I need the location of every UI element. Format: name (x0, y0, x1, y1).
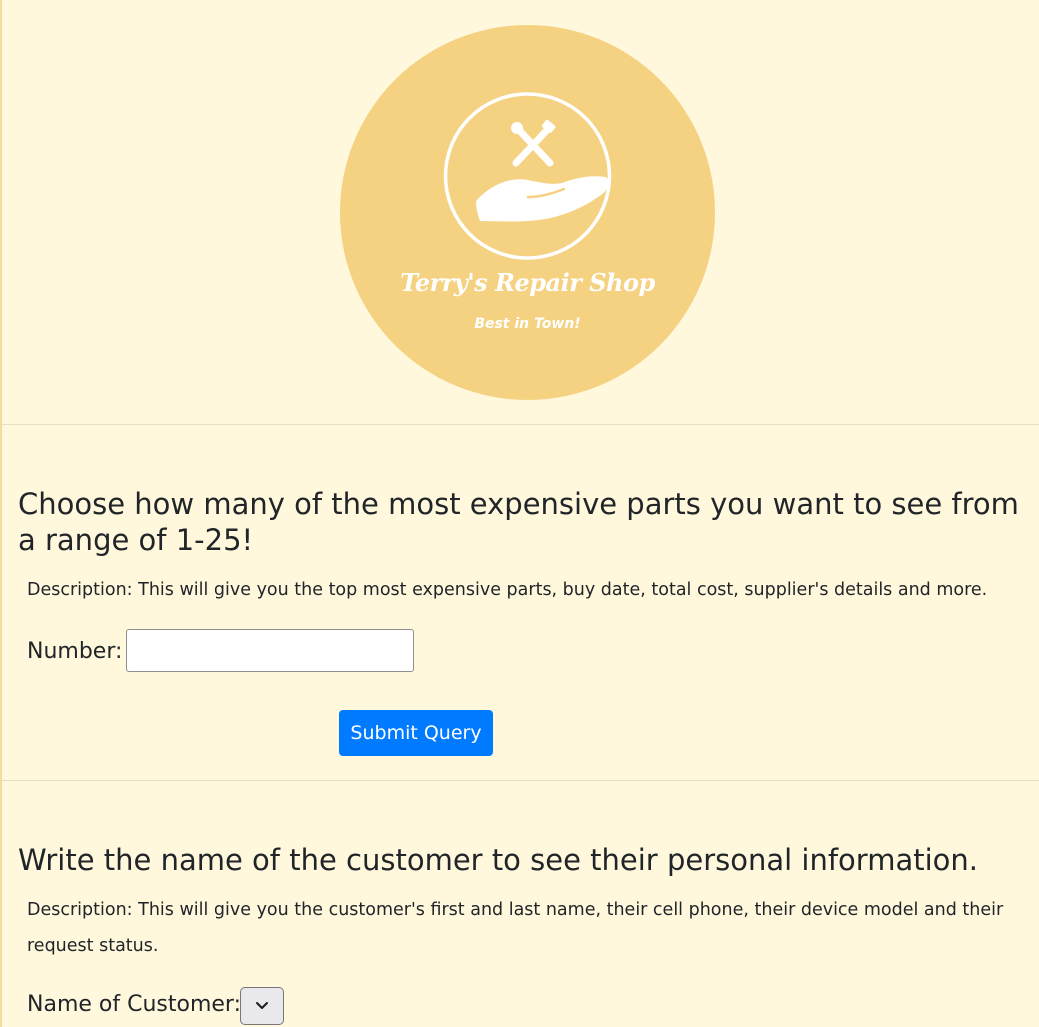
logo-tagline: Best in Town! (474, 316, 581, 332)
chevron-down-icon (256, 1002, 268, 1009)
submit-query-button[interactable]: Submit Query (339, 710, 493, 756)
section-divider (2, 780, 1039, 781)
number-input[interactable] (126, 629, 414, 672)
number-label: Number: (27, 639, 123, 664)
section-divider (2, 424, 1039, 425)
customer-name-select[interactable] (240, 987, 284, 1025)
customer-info-description: Description: This will give you the cust… (27, 900, 1004, 956)
expensive-parts-heading: Choose how many of the most expensive pa… (18, 487, 1019, 557)
expensive-parts-description: Description: This will give you the top … (27, 580, 988, 600)
customer-name-label: Name of Customer: (27, 992, 241, 1017)
logo-shop-name: Terry's Repair Shop (400, 268, 655, 297)
shop-logo: Terry's Repair Shop Best in Town! (340, 25, 715, 400)
page-left-border (0, 0, 2, 1027)
customer-info-heading: Write the name of the customer to see th… (18, 843, 978, 877)
logo-graphic (340, 25, 715, 400)
